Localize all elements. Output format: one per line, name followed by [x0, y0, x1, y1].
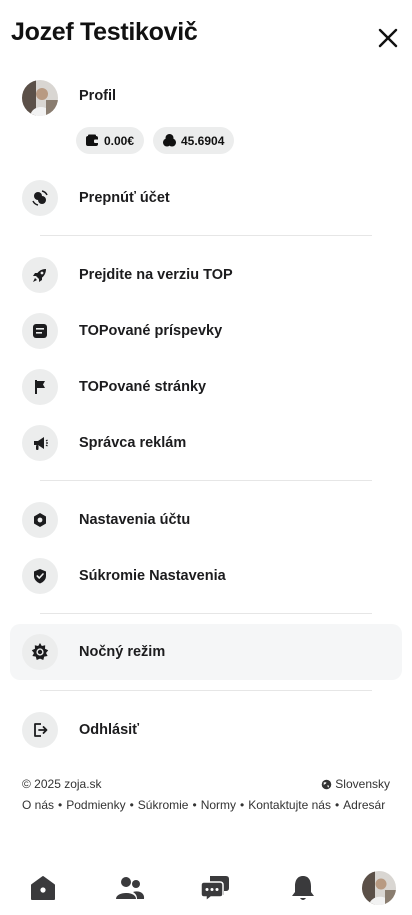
footer-links: O nás • Podmienky • Súkromie • Normy • Kontaktuj… — [22, 798, 385, 812]
menu-item-privacy-settings[interactable]: Súkromie Nastavenia — [10, 548, 402, 604]
separator: • — [334, 798, 340, 812]
menu-item-top-posts[interactable]: TOPované príspevky — [10, 303, 402, 359]
nav-messages[interactable] — [195, 870, 235, 906]
megaphone-icon — [22, 425, 58, 461]
language-selector[interactable]: Slovensky — [321, 777, 390, 791]
settings-hex-icon — [22, 502, 58, 538]
copyright: © 2025 zoja.sk — [22, 777, 102, 791]
footer-link-directory[interactable]: Adresár — [343, 798, 385, 812]
header: Jozef Testikovič — [0, 0, 412, 72]
flag-icon — [22, 369, 58, 405]
separator: • — [192, 798, 197, 812]
shield-icon — [22, 558, 58, 594]
menu-item-account-settings[interactable]: Nastavenia účtu — [10, 492, 402, 548]
menu-item-label: Nastavenia účtu — [79, 512, 191, 528]
nav-profile-avatar[interactable] — [362, 871, 396, 905]
menu-item-logout[interactable]: Odhlásiť — [10, 702, 402, 758]
coins-chip[interactable]: 45.6904 — [153, 127, 235, 154]
menu-item-label: Prejdite na verziu TOP — [79, 267, 233, 283]
menu-item-label: Správca reklám — [79, 435, 187, 451]
profile-link[interactable]: Profil — [79, 88, 116, 104]
footer-link-privacy[interactable]: Súkromie — [138, 798, 189, 812]
friends-icon — [116, 877, 145, 899]
switch-account-icon — [22, 180, 58, 216]
menu-item-label: TOPované príspevky — [79, 323, 223, 339]
language-label: Slovensky — [335, 777, 390, 791]
menu-item-label: Súkromie Nastavenia — [79, 568, 226, 584]
wallet-balance: 0.00€ — [104, 133, 135, 148]
logout-icon — [22, 712, 58, 748]
divider — [40, 480, 372, 481]
page-title: Jozef Testikovič — [11, 18, 198, 46]
rocket-icon — [22, 257, 58, 293]
menu-item-upgrade-top[interactable]: Prejdite na verziu TOP — [10, 247, 402, 303]
footer-link-about[interactable]: O nás — [22, 798, 54, 812]
menu-item-ad-manager[interactable]: Správca reklám — [10, 415, 402, 471]
menu-item-label: TOPované stránky — [79, 379, 207, 395]
wallet-chip[interactable]: 0.00€ — [76, 127, 145, 154]
footer-link-contact[interactable]: Kontaktujte nás — [248, 798, 331, 812]
nav-home[interactable] — [23, 870, 63, 906]
menu-item-label: Prepnúť účet — [79, 190, 170, 206]
separator: • — [129, 798, 134, 812]
globe-icon — [322, 779, 332, 789]
avatar[interactable] — [22, 80, 58, 116]
nav-notifications[interactable] — [283, 870, 323, 906]
footer-link-norms[interactable]: Normy — [201, 798, 236, 812]
home-icon — [31, 876, 55, 900]
close-button[interactable] — [374, 24, 402, 52]
post-icon — [22, 313, 58, 349]
footer-link-terms[interactable]: Podmienky — [66, 798, 125, 812]
menu-item-top-pages[interactable]: TOPované stránky — [10, 359, 402, 415]
separator: • — [58, 798, 63, 812]
bottom-nav — [0, 858, 412, 915]
divider — [40, 690, 372, 691]
divider — [40, 235, 372, 236]
chat-icon — [200, 876, 229, 902]
menu-item-label: Nočný režim — [79, 644, 166, 660]
sun-icon — [22, 634, 58, 670]
menu-item-switch-account[interactable]: Prepnúť účet — [10, 170, 402, 226]
divider — [40, 613, 372, 614]
menu-item-night-mode[interactable]: Nočný režim — [10, 624, 402, 680]
bell-icon — [292, 876, 314, 900]
separator: • — [240, 798, 245, 812]
nav-friends[interactable] — [110, 870, 150, 906]
menu-item-label: Odhlásiť — [79, 722, 140, 738]
wallet-icon — [86, 134, 99, 146]
close-icon — [378, 28, 398, 48]
coins-balance: 45.6904 — [181, 133, 225, 148]
coins-icon — [163, 134, 176, 147]
